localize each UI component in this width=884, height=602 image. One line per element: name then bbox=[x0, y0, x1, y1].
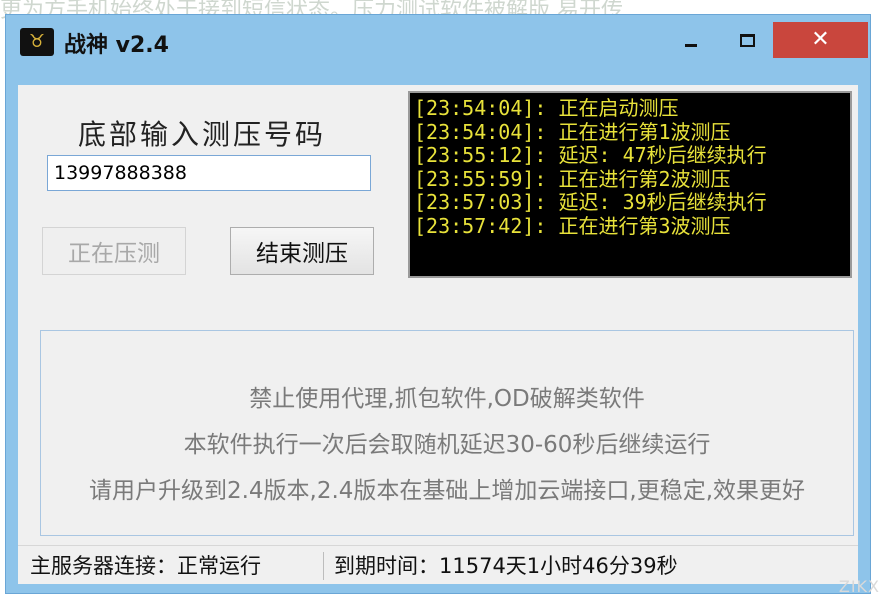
minimize-icon bbox=[685, 43, 697, 47]
log-line: [23:54:04]: 正在进行第1波测压 bbox=[414, 119, 731, 144]
app-window: ♉ 战神 v2.4 ✕ 底部输入测压号码 正在压测 结束测压 [23:54:04… bbox=[5, 14, 871, 594]
close-icon: ✕ bbox=[811, 27, 830, 52]
watermark-text: ZIKX bbox=[838, 577, 880, 596]
expiry-time: 到期时间：11574天1小时46分39秒 bbox=[334, 554, 678, 578]
server-status: 主服务器连接：正常运行 bbox=[30, 554, 261, 578]
notice-line: 禁止使用代理,抓包软件,OD破解类软件 bbox=[249, 386, 645, 412]
log-line: [23:57:42]: 正在进行第3波测压 bbox=[414, 213, 731, 238]
bull-logo-icon: ♉ bbox=[20, 28, 54, 56]
log-line: [23:57:03]: 延迟: 39秒后继续执行 bbox=[414, 190, 767, 214]
notice-panel: 禁止使用代理,抓包软件,OD破解类软件 本软件执行一次后会取随机延迟30-60秒… bbox=[40, 330, 854, 536]
close-button[interactable]: ✕ bbox=[773, 22, 868, 58]
status-separator bbox=[323, 552, 324, 580]
phone-number-input[interactable] bbox=[47, 155, 371, 191]
testing-button[interactable]: 正在压测 bbox=[42, 227, 186, 275]
phone-input-label: 底部输入测压号码 bbox=[78, 118, 327, 151]
minimize-button[interactable] bbox=[671, 22, 711, 58]
notice-line: 本软件执行一次后会取随机延迟30-60秒后继续运行 bbox=[183, 432, 711, 458]
notice-line: 请用户升级到2.4版本,2.4版本在基础上增加云端接口,更稳定,效果更好 bbox=[88, 478, 806, 504]
log-line: [23:55:59]: 正在进行第2波测压 bbox=[414, 166, 731, 191]
log-line: [23:55:12]: 延迟: 47秒后继续执行 bbox=[414, 143, 767, 167]
maximize-button[interactable] bbox=[721, 22, 773, 58]
stop-test-button[interactable]: 结束测压 bbox=[230, 227, 374, 275]
maximize-icon bbox=[739, 33, 755, 47]
log-line: [23:54:04]: 正在启动测压 bbox=[414, 96, 679, 120]
window-title: 战神 v2.4 bbox=[64, 33, 169, 58]
title-bar[interactable]: ♉ 战神 v2.4 ✕ bbox=[6, 15, 870, 71]
status-bar: 主服务器连接：正常运行 到期时间：11574天1小时46分39秒 bbox=[18, 545, 858, 584]
client-area: 底部输入测压号码 正在压测 结束测压 [23:54:04]: 正在启动测压 [2… bbox=[18, 85, 858, 584]
log-console: [23:54:04]: 正在启动测压 [23:54:04]: 正在进行第1波测压… bbox=[408, 91, 852, 278]
